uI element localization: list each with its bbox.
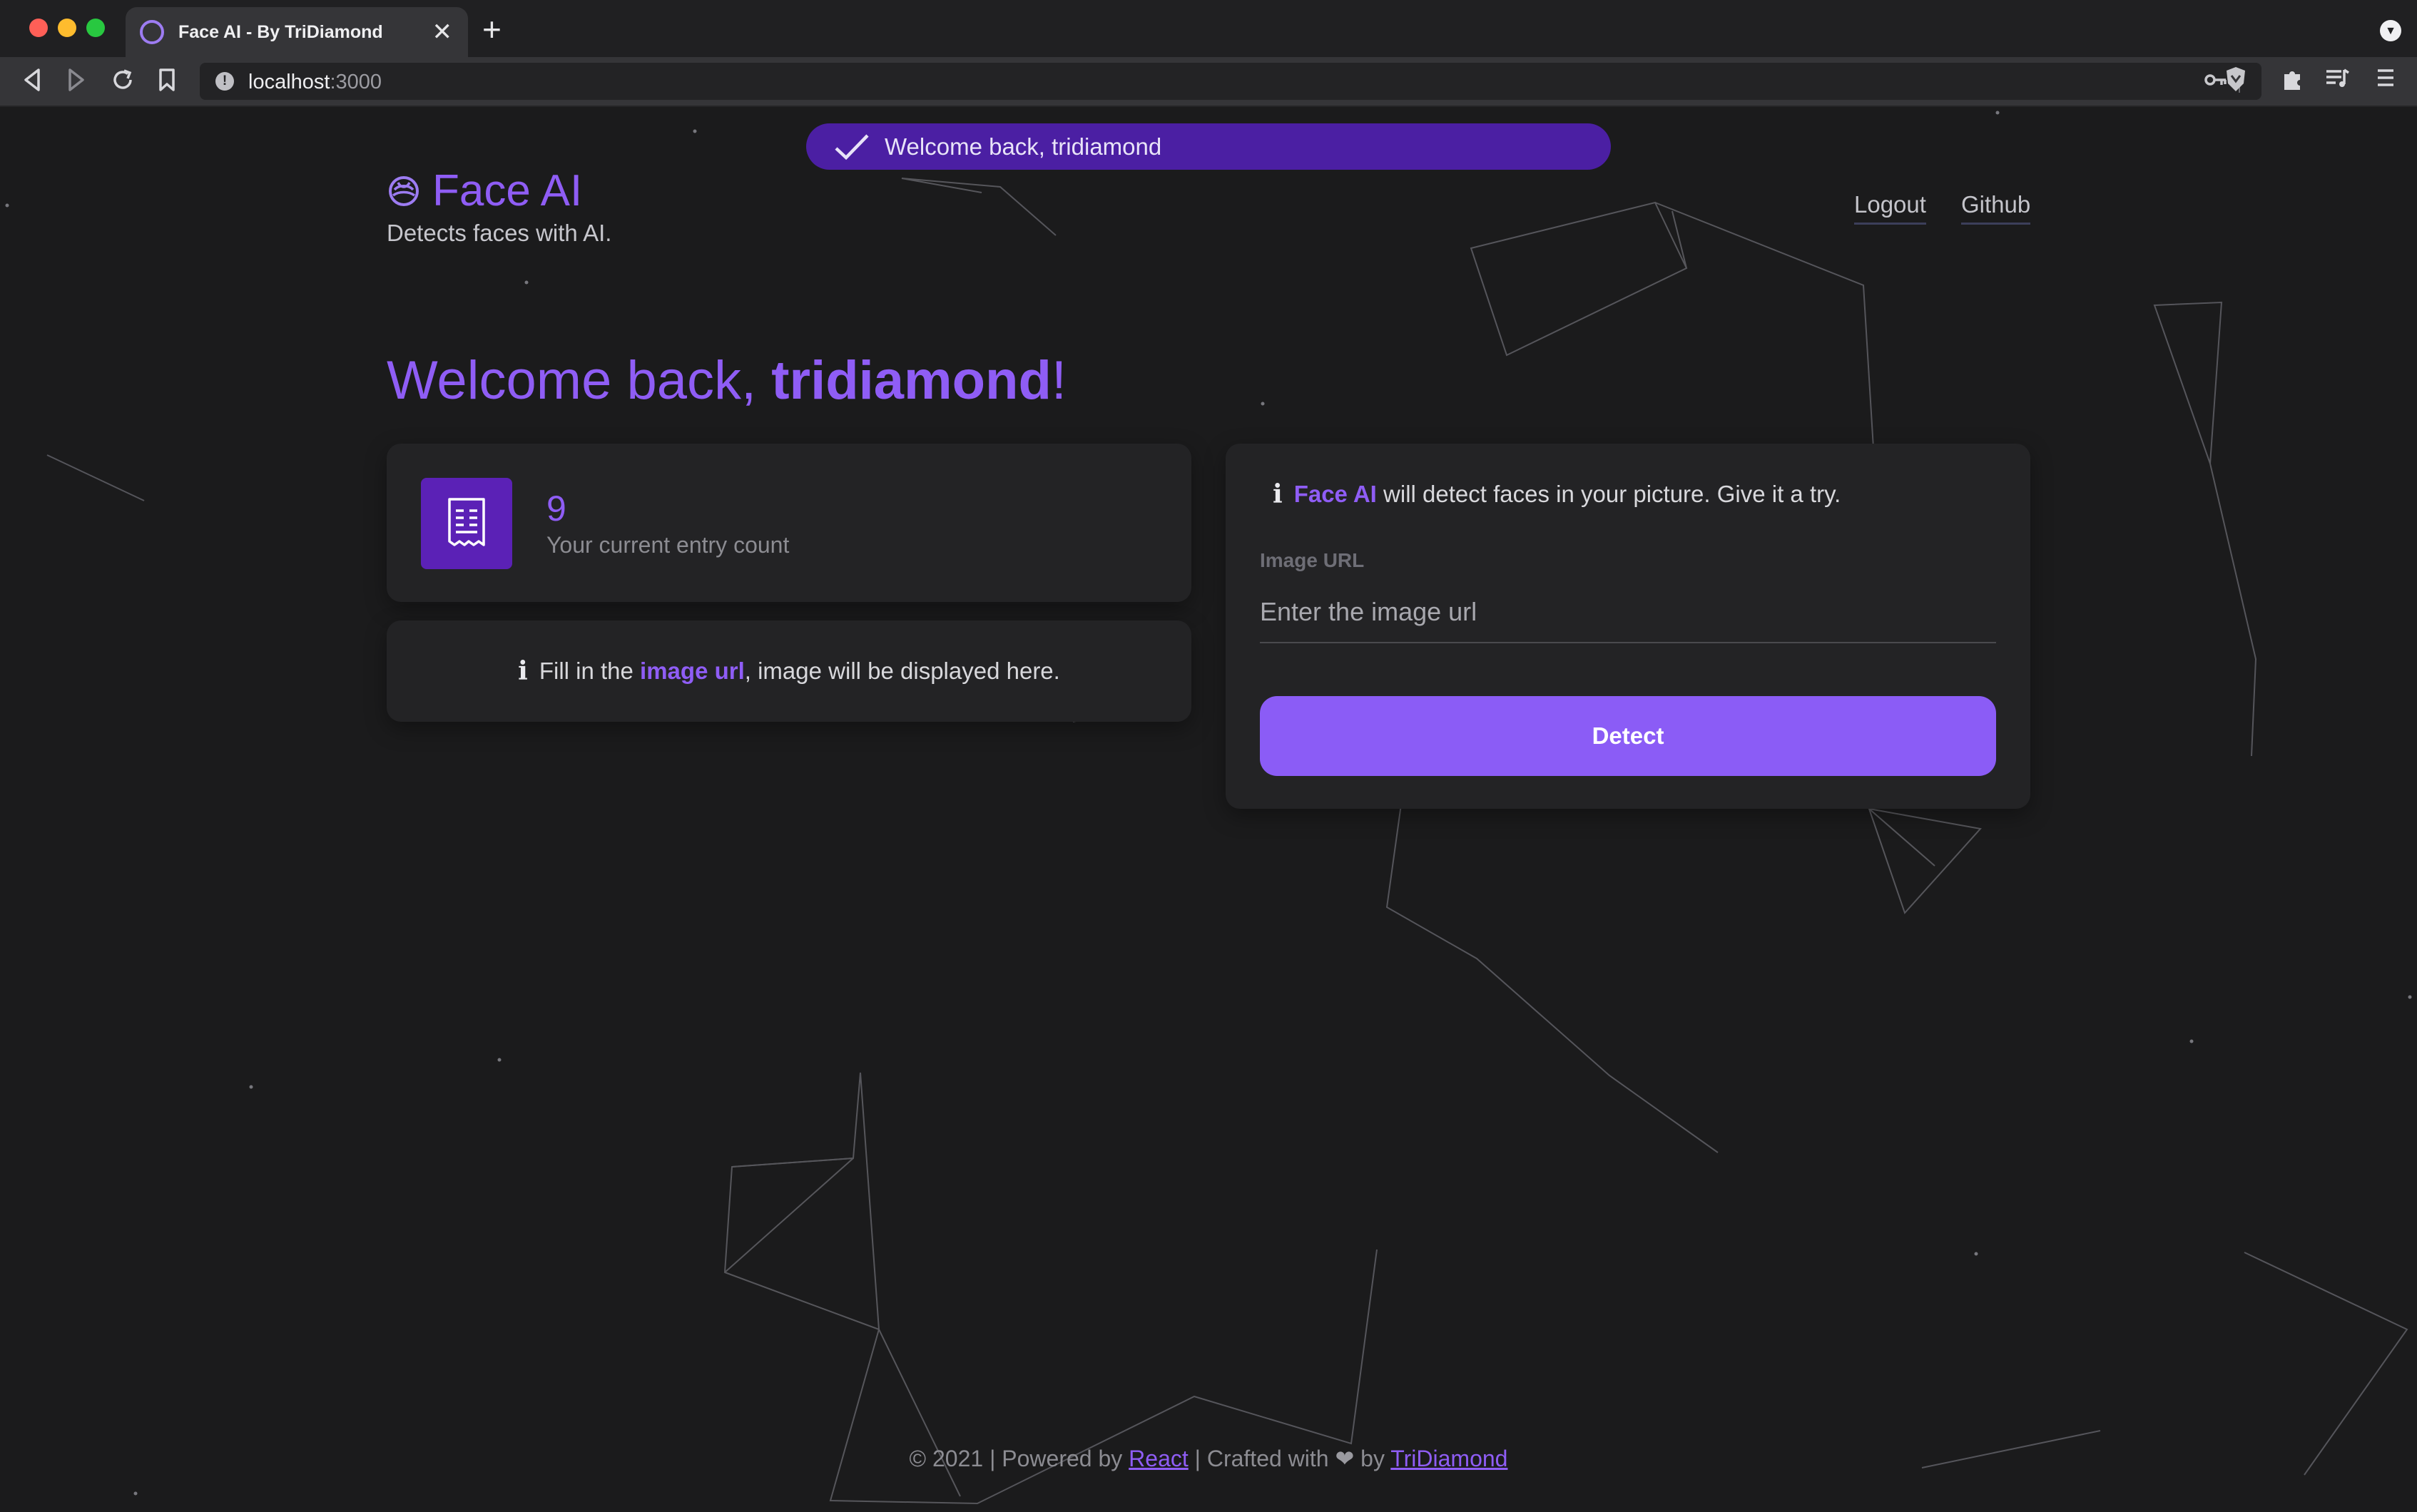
author-link[interactable]: TriDiamond — [1390, 1446, 1507, 1471]
page-title: Welcome back, tridiamond! — [387, 349, 1067, 412]
username: tridiamond — [771, 350, 1052, 411]
form-info-text: Face AI will detect faces in your pictur… — [1293, 481, 1841, 507]
maximize-window-button[interactable] — [86, 19, 105, 37]
browser-tab-bar: Face AI - By TriDiamond ✕ + ▼ — [0, 0, 2417, 58]
app-name: Face AI — [432, 166, 583, 215]
image-url-label: Image URL — [1260, 549, 1365, 571]
brain-icon — [389, 175, 419, 206]
logout-link[interactable]: Logout — [1854, 191, 1926, 225]
info-icon: i — [518, 656, 528, 686]
brave-shield-icon[interactable] — [2224, 66, 2247, 97]
welcome-suffix: ! — [1051, 350, 1067, 411]
close-window-button[interactable] — [29, 19, 48, 37]
brand-logo[interactable]: Face AI — [387, 165, 582, 216]
check-icon — [835, 133, 869, 160]
toast-message: Welcome back, tridiamond — [885, 133, 1162, 160]
minimize-window-button[interactable] — [58, 19, 76, 37]
reload-icon[interactable] — [110, 67, 136, 97]
back-icon[interactable] — [21, 67, 43, 97]
tagline: Detects faces with AI. — [387, 220, 612, 246]
browser-tab[interactable]: Face AI - By TriDiamond ✕ — [126, 7, 468, 57]
welcome-prefix: Welcome back, — [387, 350, 772, 411]
receipt-icon — [421, 478, 512, 569]
detect-form-card: i Face AI will detect faces in your pict… — [1226, 444, 2030, 809]
tab-close-icon[interactable]: ✕ — [432, 20, 453, 44]
entry-count-card: 9 Your current entry count — [387, 444, 1191, 602]
info-icon: i — [1273, 479, 1283, 509]
image-placeholder-text: Fill in the image url, image will be dis… — [539, 658, 1060, 684]
playlist-icon[interactable] — [2324, 67, 2350, 94]
detect-button[interactable]: Detect — [1260, 696, 1996, 776]
form-info: i Face AI will detect faces in your pict… — [1273, 479, 1841, 509]
info-icon[interactable]: ! — [215, 72, 234, 91]
url-text: localhost:3000 — [248, 71, 382, 93]
menu-icon[interactable] — [2376, 67, 2396, 93]
entry-count-label: Your current entry count — [546, 532, 790, 558]
tab-title: Face AI - By TriDiamond — [178, 21, 383, 42]
extensions-icon[interactable] — [2280, 67, 2304, 96]
favicon-icon — [140, 20, 164, 44]
forward-icon[interactable] — [66, 67, 87, 97]
image-url-input[interactable] — [1260, 582, 1996, 643]
image-preview-card: i Fill in the image url, image will be d… — [387, 620, 1191, 722]
heart-icon: ❤ — [1335, 1446, 1355, 1471]
tab-search-icon[interactable]: ▼ — [2380, 20, 2401, 41]
particles-background — [5, 111, 2412, 1505]
address-bar[interactable]: ! localhost:3000 — [200, 63, 2261, 100]
github-link[interactable]: Github — [1961, 191, 2031, 225]
entry-count-value: 9 — [546, 489, 566, 528]
footer: © 2021 | Powered by React | Crafted with… — [909, 1446, 1508, 1471]
bookmark-icon[interactable] — [157, 67, 177, 97]
browser-toolbar: ! localhost:3000 — [0, 57, 2417, 107]
new-tab-button[interactable]: + — [482, 13, 502, 46]
react-link[interactable]: React — [1129, 1446, 1189, 1471]
welcome-toast[interactable]: Welcome back, tridiamond — [806, 123, 1611, 170]
